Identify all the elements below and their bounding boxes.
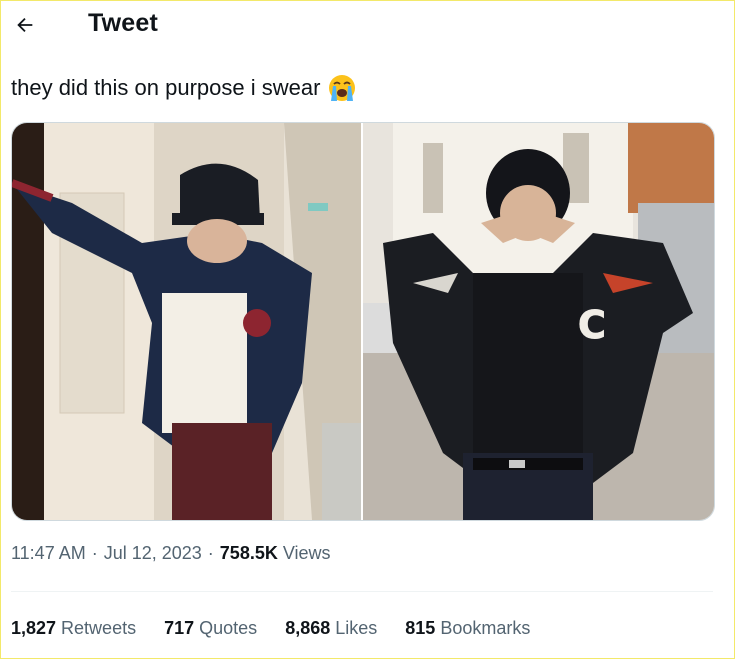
- stat-label: Likes: [335, 618, 378, 638]
- tweet-media[interactable]: C: [11, 122, 715, 521]
- stat-label: Retweets: [61, 618, 137, 638]
- tweet-photo-2[interactable]: C: [363, 123, 714, 520]
- stat-label: Bookmarks: [440, 618, 531, 638]
- views-count: 758.5K: [219, 543, 278, 563]
- tweet-time[interactable]: 11:47 AM: [11, 543, 86, 564]
- stat-likes[interactable]: 8,868 Likes: [285, 618, 377, 639]
- arrow-left-icon: [17, 17, 33, 33]
- stat-bookmarks[interactable]: 815 Bookmarks: [405, 618, 530, 639]
- loudly-crying-face-emoji: [328, 74, 356, 102]
- page-title: Tweet: [88, 9, 158, 37]
- stat-quotes[interactable]: 717 Quotes: [164, 618, 257, 639]
- stat-retweets[interactable]: 1,827 Retweets: [11, 618, 136, 639]
- divider: [11, 591, 713, 592]
- views-label: Views: [282, 543, 331, 563]
- tweet-meta: 11:47 AM · Jul 12, 2023 · 758.5K Views: [11, 543, 331, 564]
- stat-count: 815: [405, 618, 436, 638]
- back-button[interactable]: [6, 6, 44, 44]
- stat-count: 717: [164, 618, 195, 638]
- header-bar: Tweet: [0, 0, 735, 52]
- tweet-body: they did this on purpose i swear: [11, 75, 321, 100]
- tweet-photo-1[interactable]: [12, 123, 361, 520]
- meta-separator-2: ·: [207, 543, 214, 563]
- tweet-stats: 1,827 Retweets 717 Quotes 8,868 Likes 815 Bo…: [11, 618, 558, 639]
- tweet-date[interactable]: Jul 12, 2023: [104, 543, 202, 564]
- stat-count: 8,868: [285, 618, 331, 638]
- tweet-text: they did this on purpose i swear: [11, 74, 356, 102]
- svg-text:C: C: [578, 303, 606, 347]
- stat-count: 1,827: [11, 618, 57, 638]
- stat-label: Quotes: [199, 618, 258, 638]
- meta-separator: ·: [91, 543, 98, 563]
